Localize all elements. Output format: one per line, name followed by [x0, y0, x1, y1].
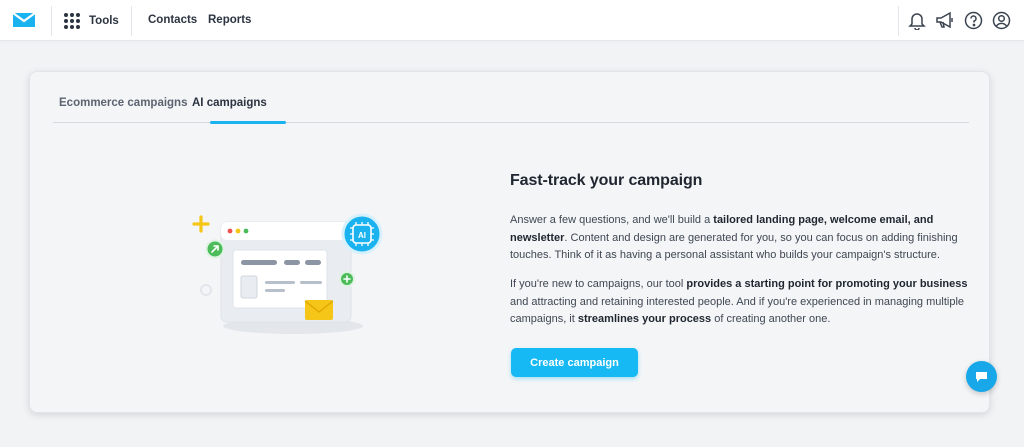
tools-label: Tools [89, 15, 119, 27]
navbar-divider [51, 6, 52, 36]
account-icon[interactable] [990, 9, 1012, 31]
navbar-divider [131, 6, 132, 36]
nav-link-contacts[interactable]: Contacts [148, 14, 197, 26]
chat-support-button[interactable] [966, 361, 997, 392]
description-paragraph-2: If you're new to campaigns, our tool pro… [510, 276, 975, 329]
help-icon[interactable] [962, 9, 984, 31]
emphasis-text: provides a starting point for promoting … [686, 278, 968, 290]
ai-campaign-illustration: AI [192, 213, 383, 334]
tools-menu-button[interactable]: Tools [64, 11, 119, 31]
page-title: Fast-track your campaign [510, 172, 703, 189]
description-paragraph-1: Answer a few questions, and we'll build … [510, 212, 975, 265]
chat-bubble-icon [976, 371, 987, 382]
body-text: . Content and design are generated for y… [510, 231, 958, 262]
body-text: Answer a few questions, and we'll build … [510, 214, 714, 226]
navbar-utility-icons [906, 9, 1012, 31]
ai-badge-label: AI [358, 231, 366, 240]
campaign-description: Fast-track your campaign Answer a few qu… [510, 172, 975, 325]
envelope-logo-icon [12, 12, 36, 27]
campaign-card: Ecommerce campaigns AI campaigns AI Fast… [29, 71, 990, 413]
announcements-megaphone-icon[interactable] [934, 9, 956, 31]
nav-link-reports[interactable]: Reports [208, 14, 251, 26]
body-text: If you're new to campaigns, our tool [510, 278, 687, 290]
campaign-tabs: Ecommerce campaigns AI campaigns [53, 72, 969, 124]
top-navbar: Tools Contacts Reports [0, 0, 1024, 41]
create-campaign-button[interactable]: Create campaign [511, 348, 638, 377]
emphasis-text: streamlines your process [577, 313, 712, 325]
tab-ecommerce-campaigns[interactable]: Ecommerce campaigns [59, 97, 187, 109]
active-tab-indicator [210, 121, 286, 124]
tab-ai-campaigns[interactable]: AI campaigns [192, 97, 267, 109]
brand-logo[interactable] [10, 9, 38, 31]
navbar-divider [898, 6, 899, 36]
apps-grid-icon [64, 13, 80, 29]
body-text: of creating another one. [711, 313, 831, 325]
notifications-bell-icon[interactable] [906, 9, 928, 31]
